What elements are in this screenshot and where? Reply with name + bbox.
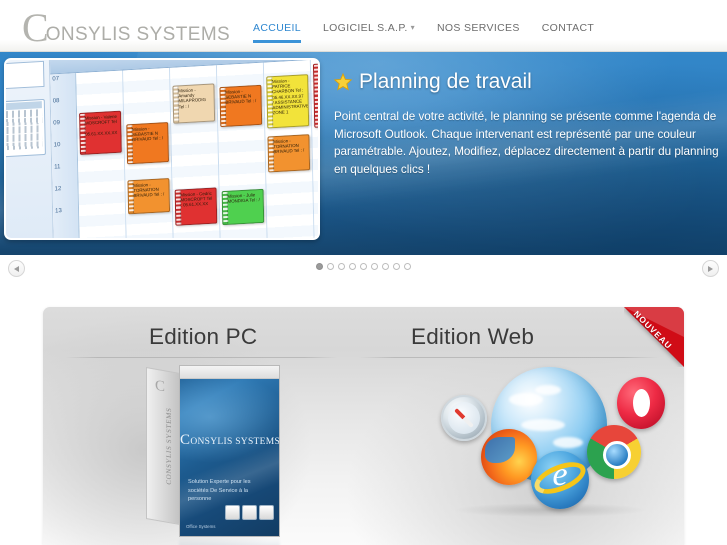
calendar-grid: 07 08 09 10 11 12 13 Mission - Valerie MOSCROF… bbox=[49, 60, 318, 238]
calendar-hour-label: 13 bbox=[55, 208, 62, 215]
box-spine-initial: C bbox=[155, 377, 166, 396]
edition-pc-title: Edition PC bbox=[149, 324, 258, 349]
edition-web-title: Edition Web bbox=[411, 324, 535, 349]
calendar-event: Mission - Valerie MOSCROFT Tel : 05.61.X… bbox=[78, 110, 123, 156]
slider-dot-1[interactable] bbox=[316, 263, 323, 270]
calendar-hour-label: 08 bbox=[52, 98, 60, 105]
logo-wordmark: ONSYLIS SYSTEMS bbox=[45, 24, 231, 45]
calendar-hour-label: 07 bbox=[52, 76, 60, 83]
next-slide-button[interactable] bbox=[702, 260, 719, 277]
logo-initial: C bbox=[22, 5, 49, 50]
windows-badge-icon bbox=[259, 505, 274, 520]
calendar-mini-month bbox=[6, 98, 46, 159]
nav-item-contact[interactable]: CONTACT bbox=[532, 22, 606, 43]
windows-badge-icon bbox=[225, 505, 240, 520]
opera-inner bbox=[632, 389, 650, 417]
hero-screenshot-planning[interactable]: 07 08 09 10 11 12 13 Mission - Valerie MOSCROF… bbox=[4, 58, 320, 240]
slider-dot-2[interactable] bbox=[327, 263, 334, 270]
edition-pc-divider bbox=[65, 357, 337, 358]
box-spine-text: CONSYLIS SYSTEMS bbox=[165, 406, 173, 486]
main-navigation: ACCUEIL LOGICIEL S.A.P. ▾ NOS SERVICES CO… bbox=[253, 22, 606, 43]
chevron-right-icon bbox=[708, 265, 713, 272]
calendar-event: Mission - Julie MONDIGA Tel : / bbox=[221, 188, 265, 226]
slider-dot-6[interactable] bbox=[371, 263, 378, 270]
calendar-hour-label: 09 bbox=[53, 120, 60, 127]
star-icon bbox=[334, 73, 352, 91]
chrome-icon bbox=[587, 425, 641, 479]
page-root: C ONSYLIS SYSTEMS ACCUEIL LOGICIEL S.A.P… bbox=[0, 0, 727, 545]
chevron-down-icon: ▾ bbox=[410, 23, 415, 32]
hero-title-text: Planning de travail bbox=[359, 70, 532, 93]
opera-icon bbox=[617, 377, 665, 429]
software-box-image[interactable]: C CONSYLIS SYSTEMS CONSYLIS SYSTEMS Solu… bbox=[146, 365, 286, 545]
hero-text-block: Planning de travail Point central de vot… bbox=[334, 70, 722, 178]
calendar-hour-label: 12 bbox=[54, 186, 62, 193]
calendar-event: Mission - SEBASTIE N BRIVAUD Tel : / bbox=[125, 122, 170, 165]
windows-badge-icon bbox=[242, 505, 257, 520]
hero-description: Point central de votre activité, le plan… bbox=[334, 110, 719, 176]
nav-item-accueil[interactable]: ACCUEIL bbox=[253, 22, 313, 43]
calendar-mockup: 07 08 09 10 11 12 13 Mission - Valerie MOSCROF… bbox=[6, 60, 318, 238]
hero-title: Planning de travail bbox=[334, 70, 722, 94]
slider-dots bbox=[0, 263, 727, 270]
box-top-strip bbox=[180, 366, 279, 379]
calendar-search-box bbox=[6, 60, 45, 91]
calendar-event: Mission - SEBASTIE N BRIVAUD Tel : / bbox=[219, 84, 263, 128]
box-tagline: Solution Experte pour les sociétés De Se… bbox=[188, 479, 251, 502]
box-footer-text: Office Systems bbox=[186, 524, 216, 529]
slider-controls bbox=[0, 255, 727, 287]
firefox-icon bbox=[481, 429, 537, 485]
nav-item-nos-services[interactable]: NOS SERVICES bbox=[427, 22, 532, 43]
calendar-hour-label: 10 bbox=[53, 142, 61, 149]
calendar-day-column bbox=[76, 70, 128, 238]
internet-explorer-icon: e bbox=[530, 451, 590, 509]
calendar-event: Mission - Cedric MOSCROFT Tel : 05.61.XX… bbox=[174, 187, 218, 226]
safari-icon bbox=[441, 395, 487, 441]
nav-item-logiciel-sap[interactable]: LOGICIEL S.A.P. ▾ bbox=[313, 22, 427, 43]
firefox-tail bbox=[485, 437, 515, 463]
calendar-event: Mission - TORNATION BRIVAUD Tel : / bbox=[127, 178, 171, 215]
slider-dot-5[interactable] bbox=[360, 263, 367, 270]
calendar-sidebar bbox=[6, 60, 55, 238]
nav-label: CONTACT bbox=[541, 22, 595, 34]
software-box-spine: C CONSYLIS SYSTEMS bbox=[146, 367, 180, 525]
slider-dot-7[interactable] bbox=[382, 263, 389, 270]
calendar-event: Mission - TORNATION BRIVAUD Tel : / bbox=[267, 134, 311, 173]
box-reflection bbox=[179, 537, 280, 545]
slider-dot-4[interactable] bbox=[349, 263, 356, 270]
box-logo-initial: C bbox=[180, 432, 191, 448]
calendar-day-columns: Mission - Valerie MOSCROFT Tel : 05.61.X… bbox=[76, 60, 318, 238]
chrome-hub bbox=[603, 441, 631, 469]
calendar-event: Mission - PATRICE CHARBON Tel : 05.46.XX… bbox=[265, 74, 310, 129]
nav-label: ACCUEIL bbox=[253, 22, 301, 34]
edition-web-divider bbox=[359, 357, 659, 358]
software-box-face: CONSYLIS SYSTEMS Solution Experte pour l… bbox=[179, 365, 280, 537]
box-logo: CONSYLIS SYSTEMS bbox=[180, 432, 279, 449]
nav-label: LOGICIEL S.A.P. bbox=[322, 22, 408, 34]
calendar-hour-label: 11 bbox=[54, 164, 61, 171]
slider-dot-3[interactable] bbox=[338, 263, 345, 270]
box-logo-text: ONSYLIS SYSTEMS bbox=[190, 437, 280, 447]
slider-dot-8[interactable] bbox=[393, 263, 400, 270]
site-header: C ONSYLIS SYSTEMS ACCUEIL LOGICIEL S.A.P… bbox=[0, 0, 727, 52]
site-logo[interactable]: C ONSYLIS SYSTEMS bbox=[22, 5, 232, 50]
nav-label: NOS SERVICES bbox=[436, 22, 520, 34]
slider-dot-9[interactable] bbox=[404, 263, 411, 270]
nouveau-ribbon: NOUVEAU bbox=[624, 307, 684, 367]
calendar-event: Mission - Amandy MILAPRODIG Tel : / bbox=[172, 83, 216, 124]
calendar-event: Mission - Jean-Luc BRULARD Tel : 05.12.0… bbox=[312, 61, 318, 128]
hero-slider: 07 08 09 10 11 12 13 Mission - Valerie MOSCROF… bbox=[0, 52, 727, 255]
browsers-image[interactable]: e bbox=[435, 365, 665, 533]
os-compatibility-badges bbox=[225, 505, 274, 520]
editions-panel: NOUVEAU Edition PC Edition Web C CONSYLI… bbox=[43, 307, 684, 545]
